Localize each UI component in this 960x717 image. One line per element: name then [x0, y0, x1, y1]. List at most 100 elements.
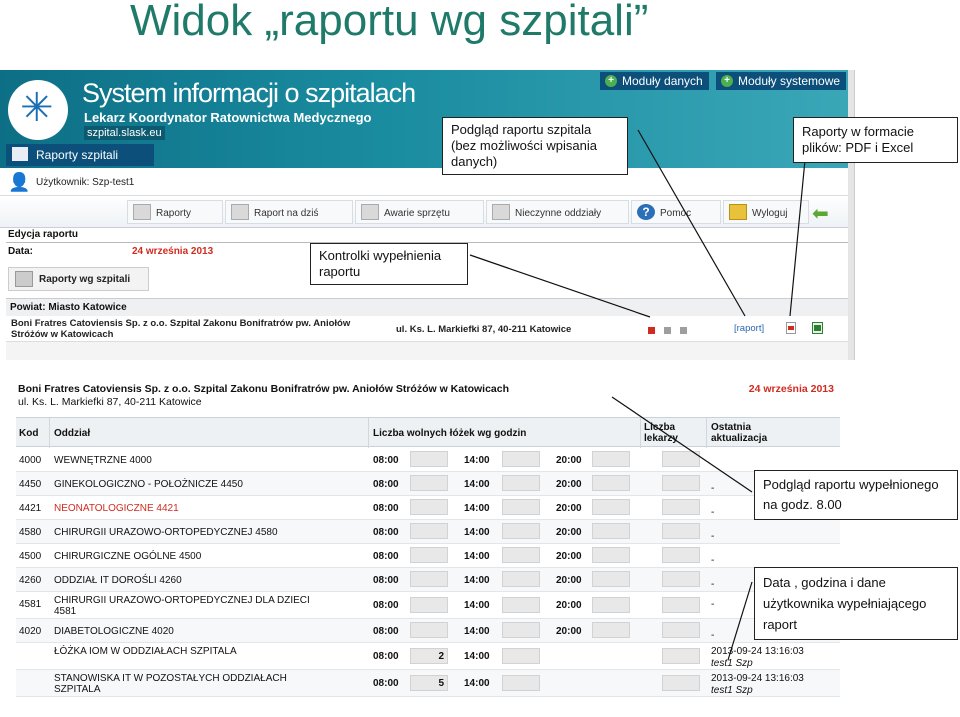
bed-count-field	[410, 523, 448, 539]
time-slot: 14:00	[464, 479, 490, 490]
time-slot: 20:00	[556, 527, 582, 538]
ward-name: ODDZIAŁ IT DOROŚLI 4260	[54, 575, 182, 586]
table-row: 4020 DIABETOLOGICZNE 4020 08:00 14:00 20:00 -	[16, 619, 840, 643]
menu-help[interactable]: ? Pomoc	[631, 200, 721, 224]
time-slot: 14:00	[464, 600, 490, 611]
report-preview: Boni Fratres Catoviensis Sp. z o.o. Szpi…	[16, 377, 840, 717]
back-arrow-icon[interactable]: ⬅	[812, 204, 829, 224]
pdf-icon[interactable]	[786, 322, 796, 334]
bed-count-field	[502, 475, 540, 491]
hospital-name: Boni Fratres Catoviensis Sp. z o.o. Szpi…	[11, 318, 351, 340]
table-row: 4000 WEWNĘTRZNE 4000 08:00 14:00 20:00	[16, 448, 840, 472]
last-update: -	[711, 555, 715, 566]
time-slot: 20:00	[556, 551, 582, 562]
ward-name: CHIRURGICZNE OGÓLNE 4500	[54, 551, 202, 562]
closed-ward-icon	[492, 204, 510, 220]
col-doctors: Liczba	[644, 422, 676, 433]
scrollbar[interactable]	[848, 70, 854, 360]
last-update: -	[711, 531, 715, 542]
divider	[368, 418, 369, 448]
time-slot: 14:00	[464, 626, 490, 637]
table-row: ŁÓŻKA IOM W ODDZIAŁACH SZPITALA 08:00 14:0…	[16, 643, 840, 670]
time-slot: 08:00	[373, 527, 399, 538]
time-slot: 20:00	[556, 503, 582, 514]
ward-name: GINEKOLOGICZNO - POŁOŻNICZE 4450	[54, 479, 243, 490]
time-slot: 14:00	[464, 527, 490, 538]
time-slot: 14:00	[464, 678, 490, 689]
bed-count-field	[502, 499, 540, 515]
menu-closed-wards[interactable]: Nieczynne oddziały	[486, 200, 629, 224]
time-slot: 08:00	[373, 479, 399, 490]
time-slot: 14:00	[464, 551, 490, 562]
col-last-update: aktualizacja	[711, 433, 768, 444]
star-of-life-icon: ✳	[20, 86, 54, 130]
menu-equipment-failures[interactable]: Awarie sprzętu	[355, 200, 484, 224]
report-today-icon	[231, 204, 249, 220]
doctors-count-field	[662, 648, 700, 664]
doctors-count-field	[662, 499, 700, 515]
ward-code: 4581	[19, 599, 42, 610]
plus-icon: +	[721, 75, 733, 87]
user-icon: 👤	[8, 172, 31, 192]
menu-report-today[interactable]: Raport na dziś	[225, 200, 353, 224]
col-code: Kod	[19, 428, 39, 439]
callout-date-user: Data , godzina i dane użytkownika wypełn…	[754, 567, 958, 640]
bed-count-field	[502, 648, 540, 664]
report-link[interactable]: [raport]	[734, 323, 764, 334]
time-slot: 20:00	[556, 600, 582, 611]
menu-reports[interactable]: Raporty	[127, 200, 223, 224]
last-update: 2013-09-24 13:16:03	[711, 673, 804, 684]
col-doctors: lekarzy	[644, 433, 678, 444]
bed-count-field	[410, 571, 448, 587]
slide-title: Widok „raportu wg szpitali”	[130, 0, 649, 45]
doctors-count-field	[662, 547, 700, 563]
help-icon: ?	[637, 204, 655, 220]
time-slot: 20:00	[556, 626, 582, 637]
logo: ✳	[8, 80, 68, 140]
bed-count-field	[592, 523, 630, 539]
app-window: ✳ System informacji o szpitalach Lekarz …	[0, 70, 855, 360]
ward-code: 4500	[19, 551, 42, 562]
status-grey-indicator	[664, 327, 671, 334]
report-address: ul. Ks. L. Markiefki 87, 40-211 Katowice	[18, 396, 202, 408]
divider	[706, 418, 707, 448]
excel-icon[interactable]	[812, 322, 823, 334]
bed-count-field	[592, 597, 630, 613]
doctors-count-field	[662, 597, 700, 613]
bed-count-field: 5	[410, 675, 448, 691]
ward-name: NEONATOLOGICZNE 4421	[54, 503, 179, 514]
hospital-address: ul. Ks. L. Markiefki 87, 40-211 Katowice	[396, 324, 572, 335]
divider	[640, 418, 641, 448]
reports-by-hospital-button[interactable]: Raporty wg szpitali	[8, 267, 149, 291]
report-icon	[133, 204, 151, 220]
time-slot: 08:00	[373, 626, 399, 637]
bed-count-field	[592, 451, 630, 467]
ward-name: DIABETOLOGICZNE 4020	[54, 626, 174, 637]
col-ward: Oddział	[54, 428, 91, 439]
time-slot: 08:00	[373, 551, 399, 562]
tab-reports[interactable]: Raporty szpitali	[6, 144, 154, 166]
callout-controls: Kontrolki wypełnienia raportu	[310, 243, 468, 285]
modules-system-button[interactable]: + Moduły systemowe	[716, 72, 847, 90]
time-slot: 14:00	[464, 651, 490, 662]
bed-count-field	[410, 597, 448, 613]
table-row: 4421 NEONATOLOGICZNE 4421 08:00 14:00 20:00 -	[16, 496, 840, 520]
equipment-icon	[361, 204, 379, 220]
callout-preview: Podgląd raportu szpitala (bez możliwości…	[442, 117, 628, 175]
report-icon	[15, 271, 33, 287]
bed-count-field	[502, 451, 540, 467]
doctors-count-field	[662, 475, 700, 491]
ward-code: 4450	[19, 479, 42, 490]
modules-data-button[interactable]: + Moduły danych	[600, 72, 709, 90]
callout-formats: Raporty w formacie plików: PDF i Excel	[793, 117, 958, 163]
app-title: System informacji o szpitalach	[82, 78, 416, 108]
table-row: 4581 CHIRURGII URAZOWO-ORTOPEDYCZNEJ DLA …	[16, 592, 840, 619]
time-slot: 14:00	[464, 575, 490, 586]
ward-code: 4421	[19, 503, 42, 514]
menu-logout[interactable]: Wyloguj	[723, 200, 809, 224]
bed-count-field	[592, 622, 630, 638]
last-update-user: test1 Szp	[711, 658, 753, 669]
time-slot: 08:00	[373, 503, 399, 514]
last-update: -	[711, 599, 715, 610]
ward-name: STANOWISKA IT W POZOSTAŁYCH ODDZIAŁACH	[54, 673, 287, 684]
